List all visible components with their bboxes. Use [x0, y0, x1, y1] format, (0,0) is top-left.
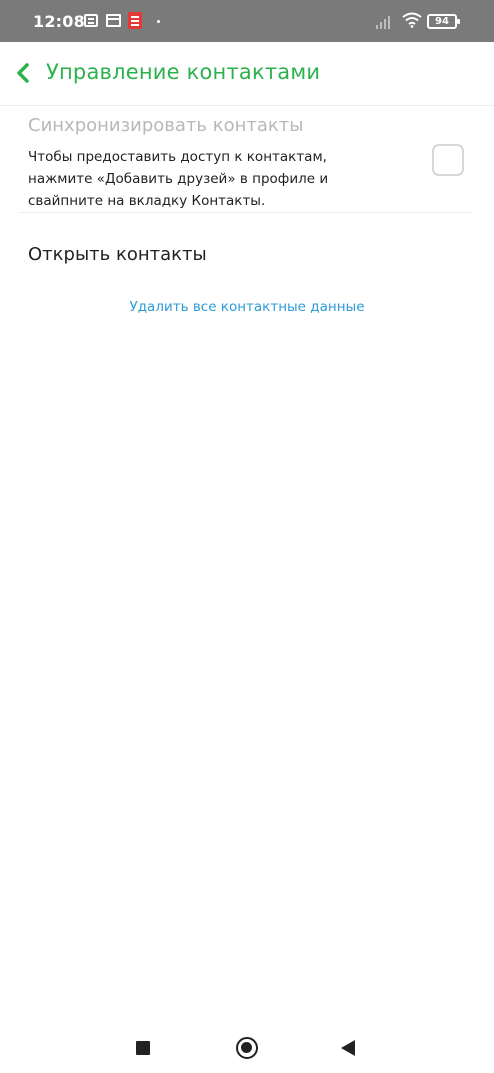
message-icon: [84, 14, 98, 27]
window-icon: [106, 14, 121, 27]
open-contacts-button[interactable]: Открыть контакты: [28, 244, 207, 265]
back-icon[interactable]: [341, 1040, 355, 1056]
chevron-left-icon: [17, 63, 29, 83]
status-bar: 12:08 94: [0, 0, 494, 42]
status-time: 12:08: [33, 12, 85, 31]
signal-icon: [376, 15, 394, 29]
back-button[interactable]: [8, 58, 38, 88]
sync-contacts-section: Синхронизировать контакты Чтобы предоста…: [19, 106, 471, 213]
sync-contacts-title: Синхронизировать контакты: [28, 115, 304, 136]
dot-icon: [157, 20, 160, 23]
header: Управление контактами: [0, 42, 494, 106]
battery-level: 94: [435, 16, 449, 27]
battery-icon: 94: [427, 14, 460, 29]
recent-apps-icon[interactable]: [136, 1041, 150, 1055]
home-icon[interactable]: [236, 1037, 258, 1059]
sync-contacts-description: Чтобы предоставить доступ к контактам, н…: [28, 149, 329, 209]
delete-contact-data-link[interactable]: Удалить все контактные данные: [0, 299, 494, 315]
sync-contacts-checkbox[interactable]: [432, 144, 464, 176]
document-icon: [128, 12, 142, 29]
wifi-icon: [402, 12, 422, 32]
page-title: Управление контактами: [46, 60, 321, 84]
system-nav-bar: [0, 1025, 494, 1073]
